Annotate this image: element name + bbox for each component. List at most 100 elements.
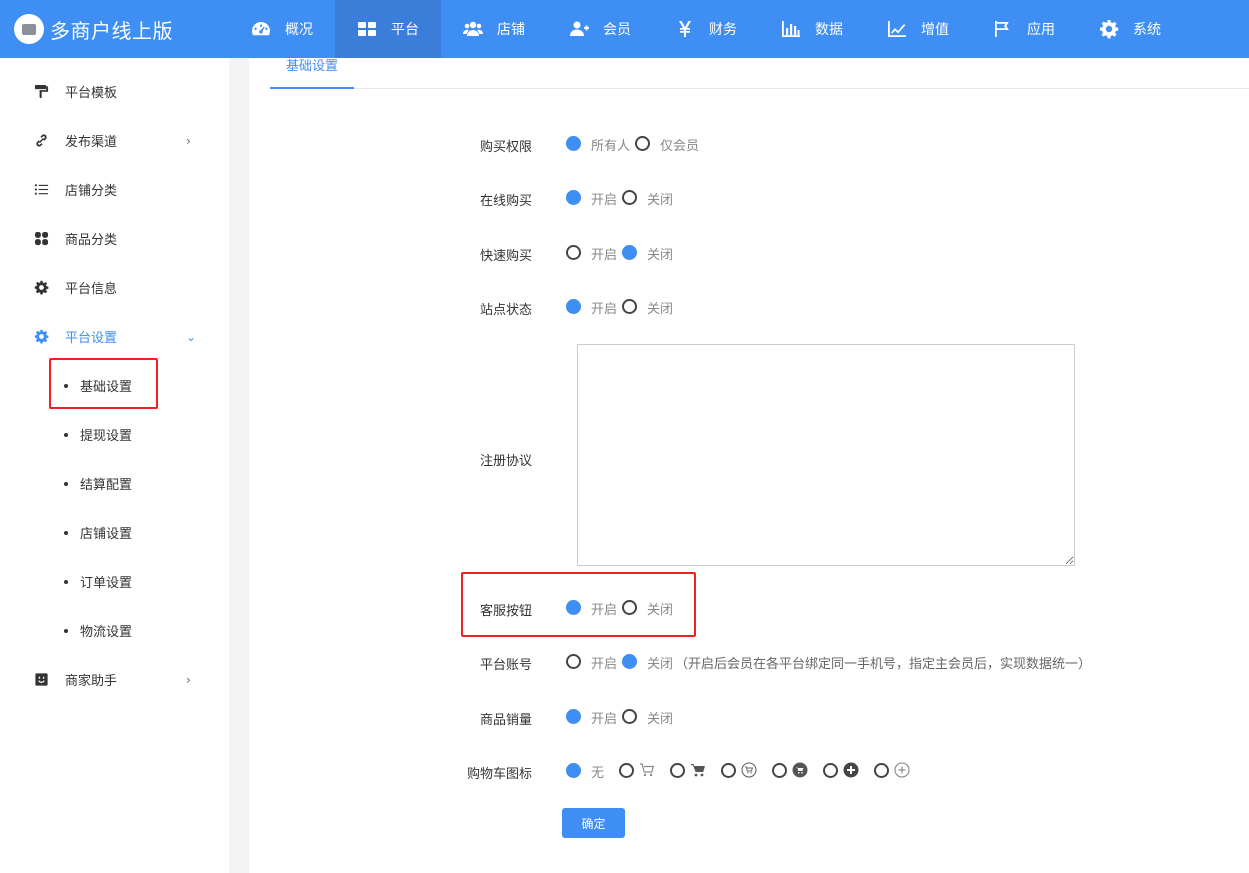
sidebar-item-label: 商品分类: [65, 233, 118, 248]
main-nav: 概况 平台 店铺 会员 财务 数据 增值 应用 系统: [229, 0, 1183, 58]
tab-basic-settings[interactable]: 基础设置: [270, 58, 354, 89]
radio-label: 关闭: [647, 603, 674, 618]
gear-icon: [33, 329, 49, 345]
radio-label: 开启: [591, 302, 618, 317]
sidebar-subitem-order-settings[interactable]: 订单设置: [0, 557, 229, 606]
radio-label: 所有人: [591, 139, 631, 154]
nav-item-platform[interactable]: 平台: [335, 0, 441, 58]
sidebar-item-platform-template[interactable]: 平台模板: [0, 67, 229, 116]
platform-account-radio-on[interactable]: [566, 654, 581, 669]
paint-roller-icon: [33, 84, 49, 100]
sidebar-subitem-logistics-settings[interactable]: 物流设置: [0, 606, 229, 655]
plus-circle-solid-icon: [843, 762, 859, 778]
cart-icon-radio-none[interactable]: [566, 763, 581, 778]
brand-logo-icon: [14, 14, 44, 44]
quick-purchase-radio-on[interactable]: [566, 245, 581, 260]
tab-bar: 基础设置: [270, 58, 1249, 89]
radio-label: 关闭: [647, 712, 674, 727]
online-purchase-radio-on[interactable]: [566, 190, 581, 205]
bullet-dot: [64, 530, 68, 535]
service-button-radio-on[interactable]: [566, 600, 581, 615]
purchase-permission-radio-all[interactable]: [566, 136, 581, 151]
flag-icon: [995, 21, 1009, 37]
cart-icon-radio-6[interactable]: [874, 763, 889, 778]
sidebar-subitem-basic-settings[interactable]: 基础设置: [0, 361, 229, 410]
bar-chart-icon: [782, 21, 800, 37]
brand[interactable]: 多商户线上版: [14, 13, 173, 45]
plus-circle-outline-icon: [894, 762, 910, 778]
site-status-radio-off[interactable]: [622, 299, 637, 314]
sidebar: 平台模板 发布渠道 › 店铺分类 商品分类 平台信息 平台设置 ⌄ 基础设置 提…: [0, 58, 229, 873]
cart-icon-label: 购物车图标: [466, 767, 532, 782]
radio-label: 开启: [591, 193, 618, 208]
platform-account-label: 平台账号: [479, 658, 532, 673]
nav-label: 会员: [603, 22, 631, 38]
product-sales-radio-on[interactable]: [566, 709, 581, 724]
nav-item-stores[interactable]: 店铺: [441, 0, 547, 58]
purchase-permission-radio-members[interactable]: [635, 136, 650, 151]
sidebar-item-label: 平台设置: [65, 331, 118, 346]
radio-label: 开启: [591, 712, 618, 727]
grid-icon: [358, 22, 376, 36]
product-sales-label: 商品销量: [479, 713, 532, 728]
chevron-down-icon: ⌄: [186, 329, 197, 344]
cart-icon-radio-2[interactable]: [670, 763, 685, 778]
nav-label: 财务: [709, 22, 737, 38]
register-agreement-textarea[interactable]: [577, 344, 1075, 566]
site-status-label: 站点状态: [479, 303, 532, 318]
cart-icon-radio-3[interactable]: [721, 763, 736, 778]
sidebar-subitem-label: 提现设置: [80, 429, 133, 444]
sidebar-item-label: 平台信息: [65, 282, 118, 297]
nav-item-value-added[interactable]: 增值: [865, 0, 971, 58]
sidebar-item-store-category[interactable]: 店铺分类: [0, 165, 229, 214]
radio-label: 仅会员: [660, 139, 700, 154]
nav-label: 店铺: [497, 22, 525, 38]
sidebar-subitem-label: 店铺设置: [80, 527, 133, 542]
nav-item-members[interactable]: 会员: [547, 0, 653, 58]
sidebar-subitem-label: 订单设置: [80, 576, 133, 591]
confirm-button[interactable]: 确定: [562, 808, 625, 838]
online-purchase-radio-off[interactable]: [622, 190, 637, 205]
radio-label: 无: [591, 766, 605, 781]
nav-item-overview[interactable]: 概况: [229, 0, 335, 58]
radio-label: 关闭: [647, 302, 674, 317]
radio-label: 开启: [591, 657, 618, 672]
product-sales-radio-off[interactable]: [622, 709, 637, 724]
main-content: 基础设置 购买权限 所有人 仅会员 在线购买 开启 关闭 快速购买 开启 关闭 …: [249, 58, 1249, 873]
nav-item-data[interactable]: 数据: [759, 0, 865, 58]
nav-item-system[interactable]: 系统: [1077, 0, 1183, 58]
chevron-right-icon: ›: [186, 133, 191, 148]
service-button-radio-off[interactable]: [622, 600, 637, 615]
nav-item-apps[interactable]: 应用: [971, 0, 1077, 58]
sidebar-subitem-settlement-config[interactable]: 结算配置: [0, 459, 229, 508]
sidebar-item-merchant-assistant[interactable]: 商家助手 ›: [0, 655, 229, 704]
cart-icon-radio-1[interactable]: [619, 763, 634, 778]
sidebar-item-label: 发布渠道: [65, 135, 118, 150]
quick-purchase-radio-off[interactable]: [622, 245, 637, 260]
online-purchase-label: 在线购买: [479, 194, 532, 209]
sidebar-item-platform-settings[interactable]: 平台设置 ⌄: [0, 312, 229, 361]
cart-icon-radio-4[interactable]: [772, 763, 787, 778]
platform-account-radio-off[interactable]: [622, 654, 637, 669]
sidebar-subitem-withdraw-settings[interactable]: 提现设置: [0, 410, 229, 459]
nav-label: 概况: [285, 22, 313, 38]
register-agreement-label: 注册协议: [479, 454, 532, 469]
sidebar-gutter: [229, 58, 249, 873]
sidebar-item-platform-info[interactable]: 平台信息: [0, 263, 229, 312]
smile-icon: [33, 672, 49, 688]
bullet-dot: [64, 628, 68, 633]
cart-circle-solid-icon: [792, 762, 808, 778]
sidebar-subitem-store-settings[interactable]: 店铺设置: [0, 508, 229, 557]
sidebar-subitem-label: 基础设置: [80, 380, 133, 395]
users-icon: [463, 21, 483, 36]
nav-item-finance[interactable]: 财务: [653, 0, 759, 58]
nav-label: 系统: [1133, 22, 1161, 38]
site-status-radio-on[interactable]: [566, 299, 581, 314]
sidebar-item-publish-channel[interactable]: 发布渠道 ›: [0, 116, 229, 165]
sidebar-item-label: 平台模板: [65, 86, 118, 101]
sidebar-item-product-category[interactable]: 商品分类: [0, 214, 229, 263]
sidebar-subitem-label: 结算配置: [80, 478, 133, 493]
cart-icon-radio-5[interactable]: [823, 763, 838, 778]
apps-icon: [33, 231, 49, 247]
gear-icon: [1100, 20, 1119, 39]
